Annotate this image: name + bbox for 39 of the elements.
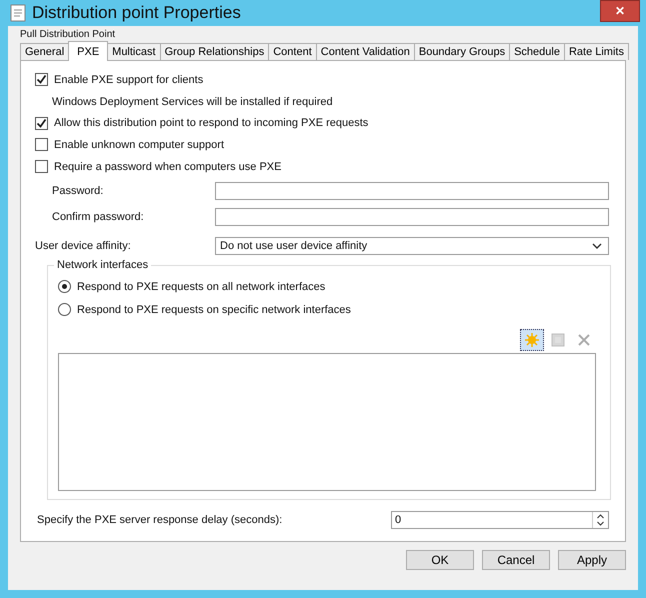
group-title: Network interfaces xyxy=(54,259,152,272)
radio-button[interactable] xyxy=(58,303,71,316)
checkbox-label: Allow this distribution point to respond to incoming PXE requests xyxy=(54,117,368,130)
window-title: Distribution point Properties xyxy=(32,3,242,23)
checkbox[interactable] xyxy=(35,116,48,130)
checkbox-label: Enable PXE support for clients xyxy=(54,74,204,86)
field-label: Password: xyxy=(51,184,104,197)
document-icon xyxy=(10,4,26,22)
delete-icon xyxy=(576,332,592,348)
info-text: Windows Deployment Services will be installed if required xyxy=(52,96,333,108)
sun-icon xyxy=(524,332,540,348)
checkbox[interactable] xyxy=(35,73,48,86)
tab[interactable]: Group Relationships xyxy=(160,43,270,60)
field-label: Specify the PXE server response delay (seconds): xyxy=(36,514,284,526)
checkbox[interactable] xyxy=(35,138,48,152)
checkbox[interactable] xyxy=(35,160,48,174)
tab[interactable]: Rate Limits xyxy=(564,43,629,60)
radio-label: Respond to PXE requests on specific network interfaces xyxy=(77,304,351,316)
affinity-dropdown[interactable]: Do not use user device affinity xyxy=(215,237,609,256)
dialog-button[interactable]: Apply xyxy=(558,550,626,570)
field-label: User device affinity: xyxy=(35,240,132,252)
tab[interactable]: Boundary Groups xyxy=(414,43,510,60)
field-label: Confirm password: xyxy=(51,211,145,224)
properties-icon xyxy=(550,332,566,348)
new-button[interactable] xyxy=(520,329,544,352)
checkbox-label: Enable unknown computer support xyxy=(54,138,224,151)
tab[interactable]: PXE xyxy=(68,41,108,61)
tab[interactable]: General xyxy=(20,43,70,60)
dialog-button[interactable]: Cancel xyxy=(482,550,550,570)
radio-label: Respond to PXE requests on all network interfaces xyxy=(77,280,326,293)
spinner-arrows-icon xyxy=(596,512,605,527)
checkbox-label: Require a password when computers use PXE xyxy=(54,160,282,173)
close-button[interactable]: ✕ xyxy=(600,0,640,22)
password-field[interactable] xyxy=(215,208,609,226)
password-field[interactable] xyxy=(215,182,609,200)
delay-spinner[interactable]: 0 xyxy=(391,510,609,529)
dialog-button[interactable]: OK xyxy=(406,550,474,570)
radio-button[interactable] xyxy=(58,280,71,294)
dialog-subtitle: Pull Distribution Point xyxy=(20,28,116,41)
